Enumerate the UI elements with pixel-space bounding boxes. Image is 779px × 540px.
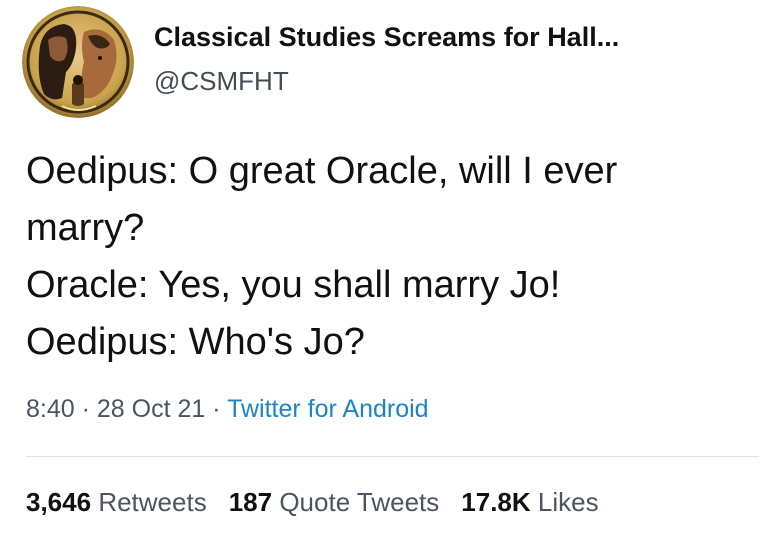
- quote-tweets-stat[interactable]: 187 Quote Tweets: [229, 484, 440, 520]
- quote-tweets-count: 187: [228, 487, 273, 517]
- tweet-meta: 8:40 · 28 Oct 21 · Twitter for Android: [26, 392, 429, 426]
- user-handle[interactable]: @CSMFHT: [154, 64, 619, 98]
- retweets-label: Retweets: [98, 487, 207, 517]
- retweets-stat[interactable]: 3,646 Retweets: [26, 484, 207, 520]
- tweet-text: Oedipus: O great Oracle, will I ever mar…: [26, 143, 766, 371]
- greek-vase-avatar-icon: [22, 6, 134, 118]
- quote-tweets-label: Quote Tweets: [279, 487, 440, 517]
- user-info: Classical Studies Screams for Hall... @C…: [154, 22, 619, 98]
- tweet-source-link[interactable]: Twitter for Android: [227, 395, 428, 423]
- tweet-text-line: Oracle: Yes, you shall marry Jo!: [26, 264, 561, 306]
- display-name[interactable]: Classical Studies Screams for Hall...: [154, 20, 619, 54]
- divider: [26, 456, 759, 457]
- likes-stat[interactable]: 17.8K Likes: [461, 484, 598, 520]
- avatar[interactable]: [22, 6, 134, 118]
- tweet-date[interactable]: 28 Oct 21: [97, 395, 205, 423]
- tweet-text-line: Oedipus: Who's Jo?: [26, 321, 365, 363]
- likes-count: 17.8K: [461, 487, 531, 517]
- likes-label: Likes: [537, 487, 599, 517]
- tweet-stats: 3,646 Retweets 187 Quote Tweets 17.8K Li…: [26, 484, 621, 520]
- retweets-count: 3,646: [26, 487, 92, 517]
- tweet-text-line: marry?: [26, 207, 145, 249]
- tweet: Classical Studies Screams for Hall... @C…: [0, 0, 779, 540]
- meta-separator: ·: [212, 395, 221, 423]
- tweet-time[interactable]: 8:40: [26, 395, 75, 423]
- meta-separator: ·: [81, 395, 90, 423]
- tweet-text-line: Oedipus: O great Oracle, will I ever: [26, 150, 618, 192]
- tweet-header: Classical Studies Screams for Hall... @C…: [22, 6, 619, 118]
